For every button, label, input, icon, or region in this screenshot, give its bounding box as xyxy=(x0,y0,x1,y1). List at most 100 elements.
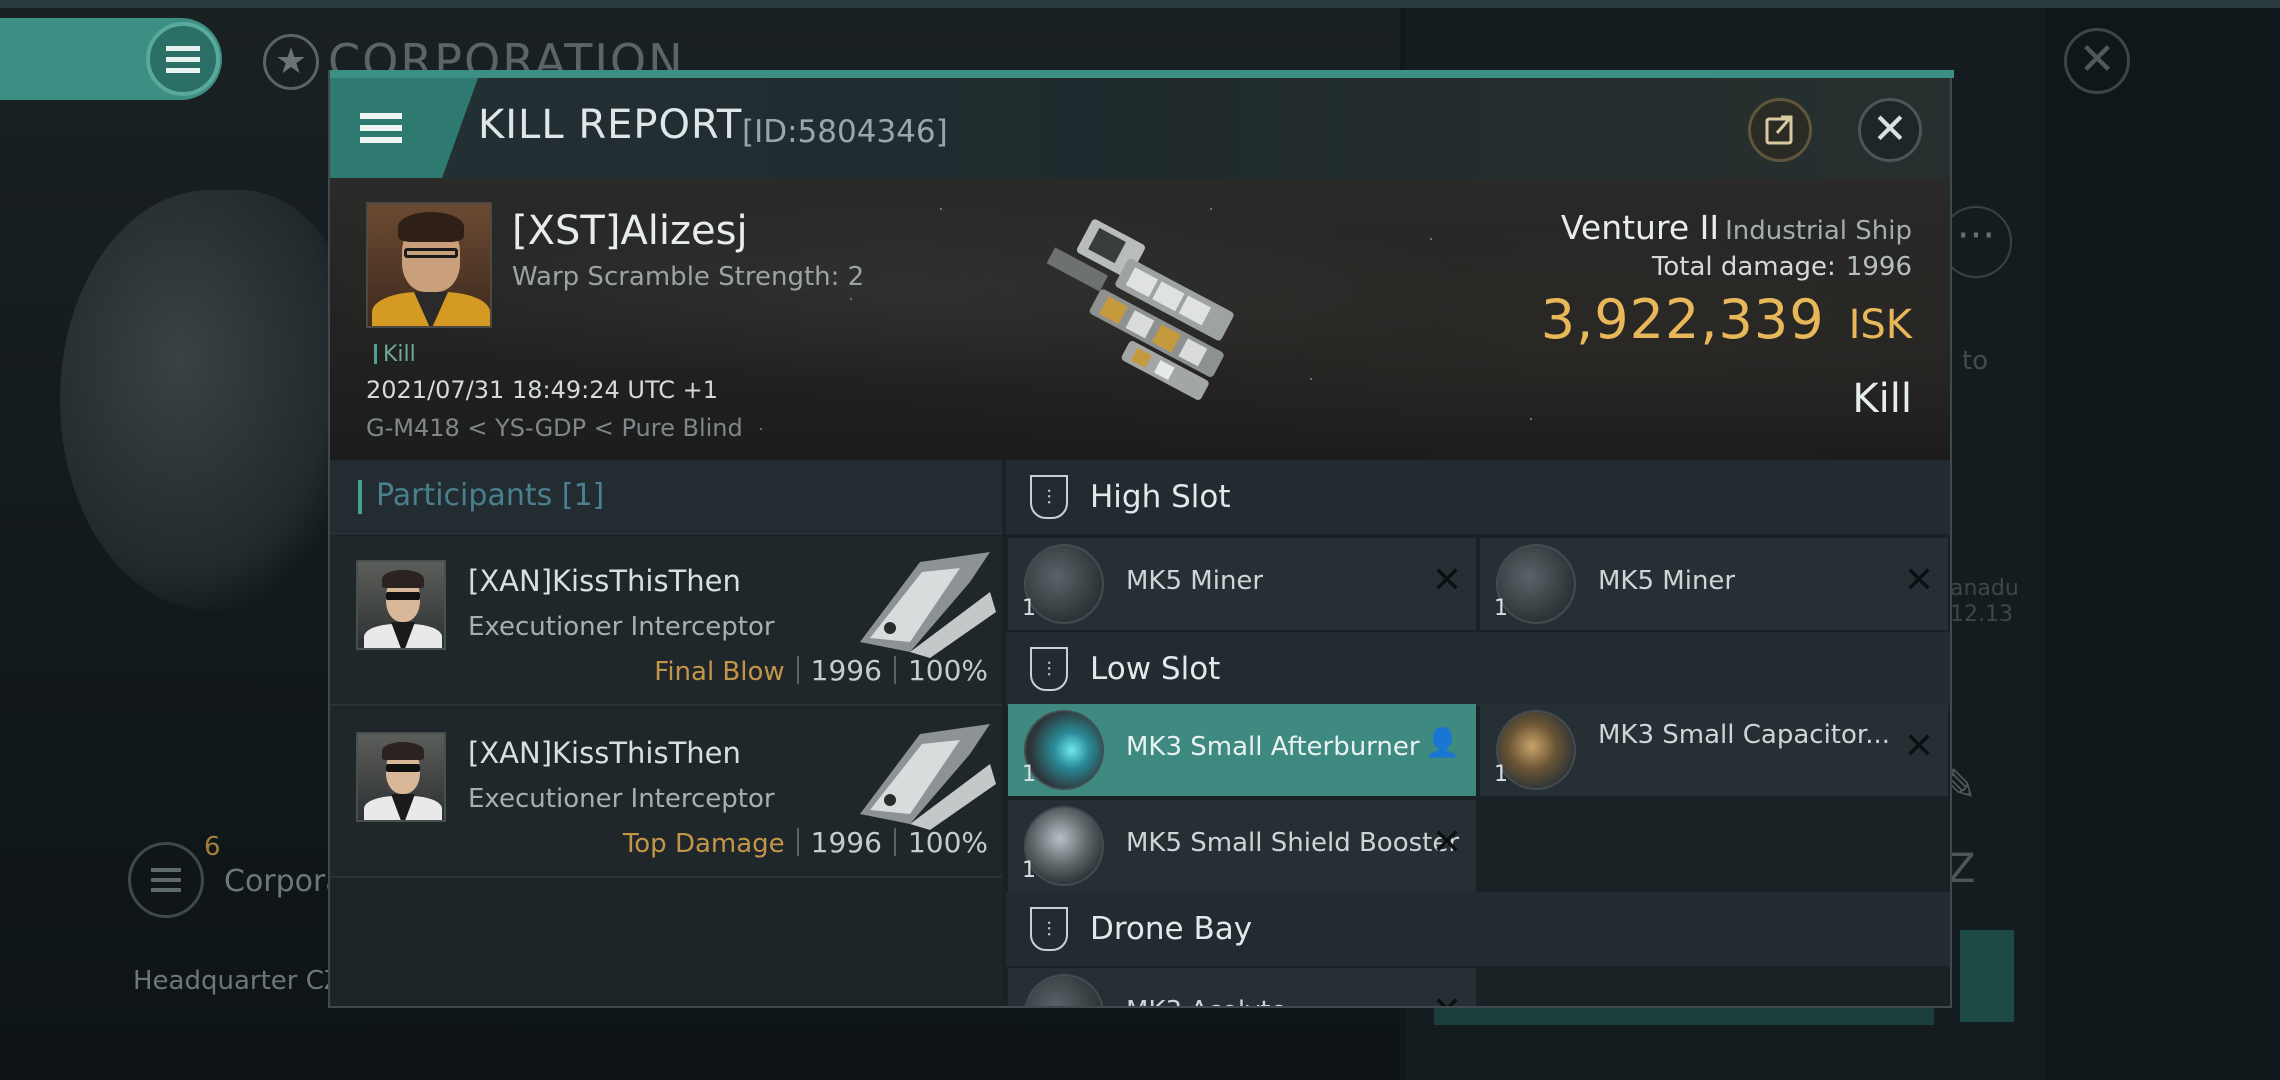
drone-bay-title: Drone Bay xyxy=(1090,911,1253,947)
module-item[interactable]: 1 MK3 Acolyte ✕ xyxy=(1008,968,1476,1006)
module-qty: 1 xyxy=(1022,858,1036,883)
drone-icon xyxy=(1024,974,1104,1006)
module-name: MK5 Miner xyxy=(1598,566,1736,596)
dialog-accent-line xyxy=(330,70,1954,78)
side-text-date: anadu 12.13 xyxy=(1950,576,2019,627)
participant-damage: 1996 xyxy=(810,826,882,859)
victim-ship-image xyxy=(1046,219,1234,400)
kill-timestamp: 2021/07/31 18:49:24 UTC +1 xyxy=(366,376,718,404)
dialog-header: KILL REPORT [ID:5804346] ✕ xyxy=(330,78,1950,178)
participant-percent: 100% xyxy=(907,654,988,687)
kill-location: G-M418 < YS-GDP < Pure Blind xyxy=(366,414,743,442)
corporation-label: Corpora xyxy=(224,864,344,899)
slot-shield-icon: ⫶ xyxy=(1030,475,1068,519)
menu-icon xyxy=(360,113,402,143)
destroyed-x-icon: ✕ xyxy=(1432,990,1462,1006)
module-qty: 1 xyxy=(1494,762,1508,787)
destroyed-x-icon: ✕ xyxy=(1903,726,1934,767)
destroyed-x-icon: ✕ xyxy=(1431,822,1462,863)
participant-damage: 1996 xyxy=(810,654,882,687)
participant-ship-image xyxy=(860,724,996,830)
module-name: MK3 Small Capacitor... xyxy=(1598,720,1891,750)
warp-scramble-strength: Warp Scramble Strength: 2 xyxy=(512,262,865,292)
person-icon: 👤 xyxy=(1425,726,1460,759)
module-item[interactable]: 1 MK3 Small Capacitor... ✕ xyxy=(1480,704,1948,796)
module-name: MK3 Small Afterburner xyxy=(1126,732,1420,762)
total-damage-value: 1996 xyxy=(1845,252,1912,282)
total-damage: Total damage: 1996 xyxy=(1652,252,1912,282)
participants-header: Participants [1] xyxy=(330,460,1002,534)
menu-icon xyxy=(151,868,181,892)
main-menu-button[interactable] xyxy=(146,22,220,96)
menu-icon xyxy=(166,45,200,73)
participant-name: [XAN]KissThisThen xyxy=(468,564,741,598)
miner-icon xyxy=(1024,544,1104,624)
share-icon xyxy=(1765,115,1793,145)
participants-title: Participants [1] xyxy=(376,478,605,513)
participant-avatar[interactable] xyxy=(356,560,446,650)
module-qty: 1 xyxy=(1494,596,1508,621)
side-text: to xyxy=(1962,346,1989,376)
participant-ship: Executioner Interceptor xyxy=(468,612,775,642)
close-button[interactable]: ✕ xyxy=(1858,98,1922,162)
module-item[interactable]: 1 MK5 Small Shield Booster ✕ xyxy=(1008,800,1476,892)
shield-booster-icon xyxy=(1024,806,1104,886)
isk-value: 3,922,339 xyxy=(1540,288,1825,351)
dialog-title: KILL REPORT xyxy=(478,102,743,148)
isk-value-row: 3,922,339 ISK xyxy=(1541,288,1912,351)
module-name: MK5 Small Shield Booster xyxy=(1126,828,1460,858)
background-close-icon[interactable]: ✕ xyxy=(2064,28,2130,94)
miner-icon xyxy=(1496,544,1576,624)
victim-avatar[interactable] xyxy=(366,202,492,328)
afterburner-icon xyxy=(1024,710,1104,790)
result-label: Kill xyxy=(1852,376,1912,422)
slot-shield-icon: ⫶ xyxy=(1030,647,1068,691)
kill-report-dialog: KILL REPORT [ID:5804346] ✕ [XST]Alizesj … xyxy=(328,70,1954,1008)
participant-row[interactable]: [XAN]KissThisThen Executioner Intercepto… xyxy=(330,536,1002,706)
module-qty: 1 xyxy=(1022,762,1036,787)
victim-hero-panel: [XST]Alizesj Warp Scramble Strength: 2 K… xyxy=(330,178,1950,460)
module-qty: 1 xyxy=(1022,596,1036,621)
victim-ship-name[interactable]: Venture II Industrial Ship xyxy=(1561,208,1912,247)
module-item-selected[interactable]: 1 MK3 Small Afterburner 👤 xyxy=(1008,704,1476,796)
high-slot-header: ⫶ High Slot xyxy=(1006,460,1950,534)
corporation-badge-count: 6 xyxy=(204,832,221,862)
participant-name: [XAN]KissThisThen xyxy=(468,736,741,770)
kill-tag: Kill xyxy=(374,342,416,367)
share-button[interactable] xyxy=(1748,98,1812,162)
participant-avatar[interactable] xyxy=(356,732,446,822)
top-bar xyxy=(0,0,2280,8)
ship-class: Industrial Ship xyxy=(1725,216,1912,246)
participants-panel: Participants [1] [XAN]KissThisThen Execu… xyxy=(330,460,1002,1006)
slot-shield-icon: ⫶ xyxy=(1030,907,1068,951)
participant-ship-image xyxy=(860,552,996,658)
participant-stats: Final Blow 1996 100% xyxy=(654,654,988,687)
low-slot-title: Low Slot xyxy=(1090,651,1221,687)
top-damage-tag: Top Damage xyxy=(622,829,785,859)
isk-unit: ISK xyxy=(1848,302,1912,348)
low-slot-header: ⫶ Low Slot xyxy=(1006,632,1950,706)
capacitor-icon xyxy=(1496,710,1576,790)
victim-name[interactable]: [XST]Alizesj xyxy=(512,208,748,254)
total-damage-label: Total damage: xyxy=(1651,252,1836,282)
participant-percent: 100% xyxy=(907,826,988,859)
fittings-panel: ⫶ High Slot 1 MK5 Miner ✕ 1 MK5 Miner ✕ … xyxy=(1006,460,1950,1006)
module-item[interactable]: 1 MK5 Miner ✕ xyxy=(1480,538,1948,630)
drone-bay-header: ⫶ Drone Bay xyxy=(1006,892,1950,966)
ship-name-text: Venture II xyxy=(1560,208,1720,247)
final-blow-tag: Final Blow xyxy=(654,657,785,687)
module-name: MK3 Acolyte xyxy=(1126,996,1287,1006)
participant-stats: Top Damage 1996 100% xyxy=(623,826,988,859)
settings-z-icon[interactable]: Z xyxy=(1948,846,1975,892)
close-icon: ✕ xyxy=(1872,104,1908,153)
dialog-menu-button[interactable] xyxy=(330,78,478,178)
module-item[interactable]: 1 MK5 Miner ✕ xyxy=(1008,538,1476,630)
background-green-tab[interactable] xyxy=(1960,930,2014,1022)
module-name: MK5 Miner xyxy=(1126,566,1264,596)
high-slot-title: High Slot xyxy=(1090,479,1231,515)
destroyed-x-icon: ✕ xyxy=(1431,560,1462,601)
participant-row[interactable]: [XAN]KissThisThen Executioner Intercepto… xyxy=(330,708,1002,878)
participant-ship: Executioner Interceptor xyxy=(468,784,775,814)
destroyed-x-icon: ✕ xyxy=(1903,560,1934,601)
corporation-menu-button[interactable] xyxy=(128,842,204,918)
